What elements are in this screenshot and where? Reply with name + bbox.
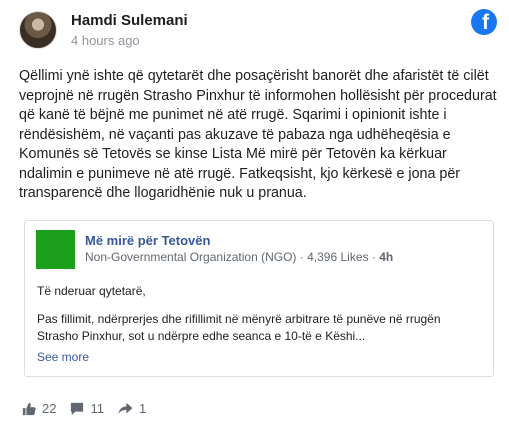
comment-count-button[interactable]: 11 <box>70 401 104 416</box>
shared-post-age[interactable]: 4h <box>379 250 393 264</box>
share-count-button[interactable]: 1 <box>118 401 146 416</box>
thumbs-up-icon <box>22 402 36 415</box>
engagement-bar: 22 11 1 <box>22 401 160 416</box>
comment-count: 11 <box>90 401 104 416</box>
shared-post-card[interactable]: Më mirë për Tetovën Non-Governmental Org… <box>24 220 494 377</box>
page-category: Non-Governmental Organization (NGO) <box>85 250 297 264</box>
page-likes: 4,396 Likes <box>307 250 369 264</box>
avatar[interactable] <box>19 11 57 49</box>
post-text: Qëllimi ynë ishte që qytetarët dhe posaç… <box>19 68 497 201</box>
meta-separator: · <box>299 250 304 264</box>
page-logo[interactable] <box>36 230 75 269</box>
like-count: 22 <box>42 401 57 416</box>
post-timestamp[interactable]: 4 hours ago <box>71 33 140 48</box>
shared-page-meta: Non-Governmental Organization (NGO) · 4,… <box>85 250 393 264</box>
comment-icon <box>71 402 84 415</box>
share-icon <box>118 402 133 414</box>
share-count: 1 <box>138 401 147 416</box>
shared-excerpt: Pas fillimit, ndërprerjes dhe rifillimit… <box>37 312 441 343</box>
meta-separator: · <box>371 250 376 264</box>
facebook-logo-icon[interactable]: f <box>471 9 497 35</box>
see-more-link[interactable]: See more <box>37 350 89 364</box>
like-count-button[interactable]: 22 <box>22 401 56 416</box>
shared-greeting: Të nderuar qytetarë, <box>37 284 146 298</box>
author-name[interactable]: Hamdi Sulemani <box>71 12 188 29</box>
shared-page-name[interactable]: Më mirë për Tetovën <box>85 233 210 248</box>
